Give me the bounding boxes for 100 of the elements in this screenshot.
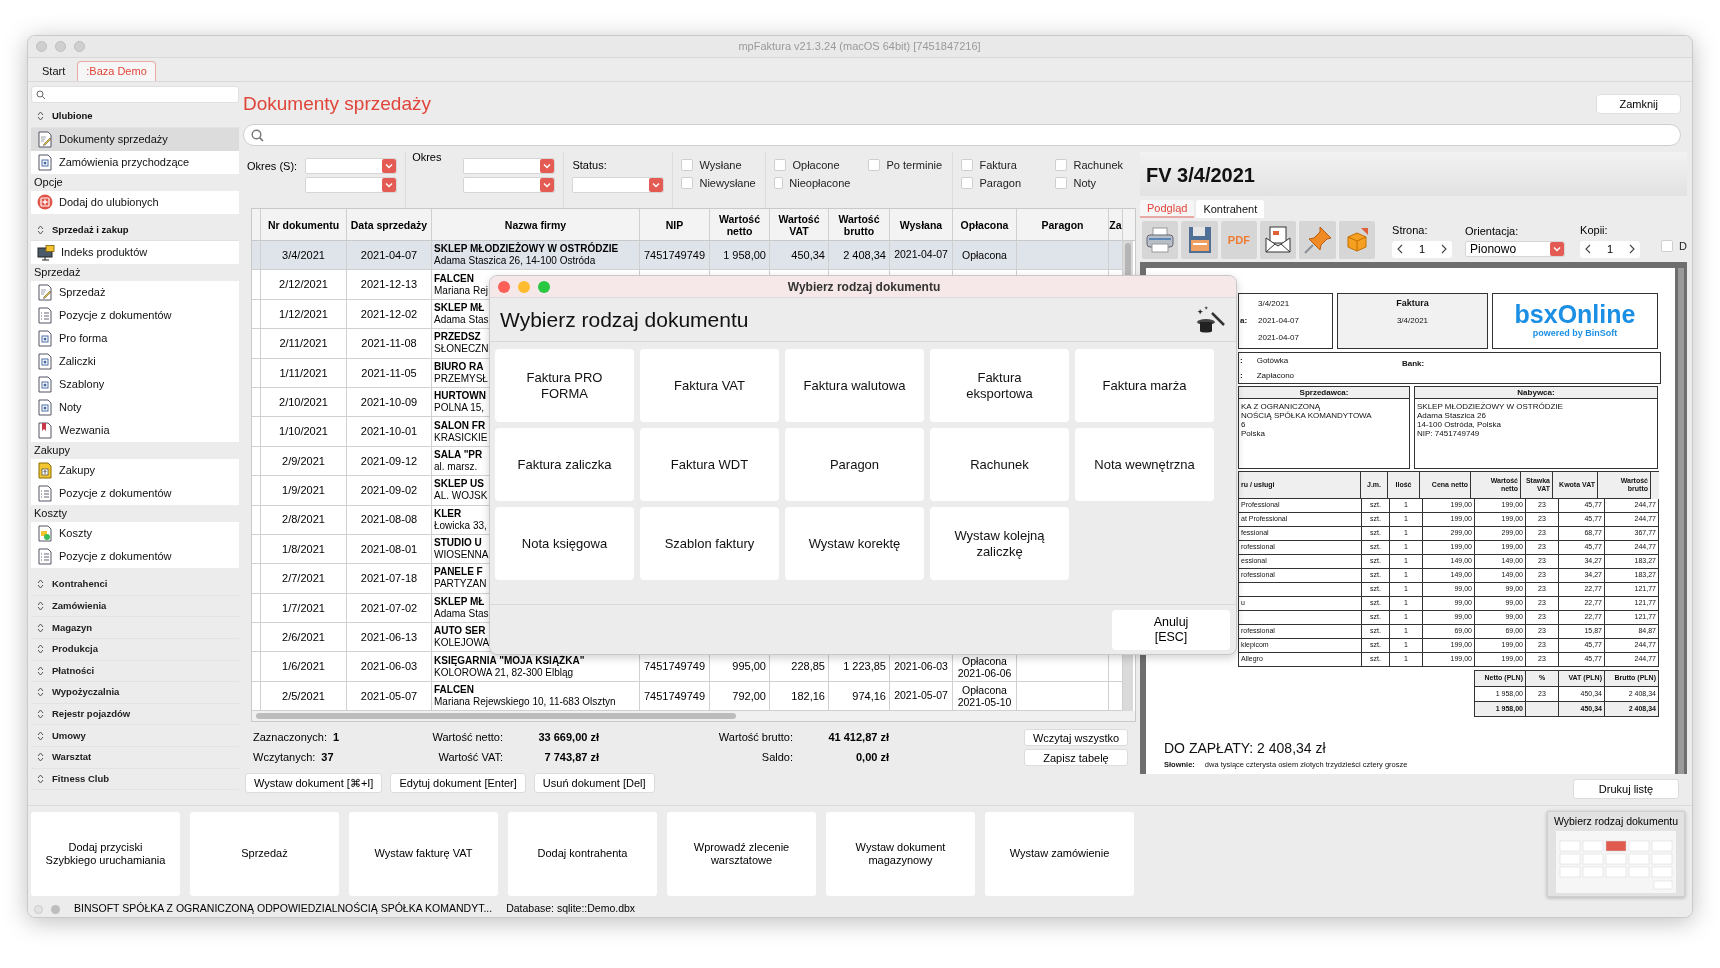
dropdown-field[interactable]: [572, 176, 665, 193]
section-header[interactable]: Produkcja: [31, 638, 239, 661]
column-header[interactable]: NIP: [640, 209, 710, 240]
document-type-button[interactable]: Wystaw kolejną zaliczkę: [930, 507, 1069, 580]
table-cell: 1 958,00: [710, 241, 770, 270]
checkbox[interactable]: [1055, 159, 1068, 171]
toolbar-button[interactable]: [1260, 221, 1297, 259]
section-header[interactable]: Rejestr pojazdów: [31, 703, 239, 726]
toolbar-button[interactable]: [1338, 221, 1376, 259]
document-type-button[interactable]: Faktura zaliczka: [495, 428, 634, 501]
checkbox[interactable]: [774, 177, 784, 189]
print-list-button[interactable]: Drukuj listę: [1573, 779, 1679, 799]
column-header[interactable]: Opłacona: [953, 209, 1017, 240]
tab[interactable]: :Baza Demo: [77, 61, 156, 81]
section-header[interactable]: Ulubione: [31, 106, 239, 128]
document-type-button[interactable]: Faktura WDT: [640, 428, 779, 501]
checkbox[interactable]: [681, 177, 694, 189]
checkbox[interactable]: [681, 159, 694, 171]
caret-icon: [1550, 242, 1565, 257]
quick-launch-button[interactable]: Dodaj kontrahenta: [508, 811, 657, 896]
document-type-button[interactable]: Faktura eksportowa: [930, 349, 1069, 422]
search-field[interactable]: [31, 86, 239, 103]
sidebar-item[interactable]: Pozycje z dokumentów: [31, 545, 239, 569]
column-header[interactable]: Paragon: [1017, 209, 1109, 240]
scrollbar-thumb[interactable]: [256, 713, 736, 720]
column-header[interactable]: Wysłana: [890, 209, 953, 240]
tab[interactable]: Kontrahent: [1196, 200, 1265, 218]
column-header[interactable]: Nazwa firmy: [432, 209, 640, 240]
document-type-button[interactable]: Paragon: [785, 428, 924, 501]
document-type-button[interactable]: Wystaw korektę: [785, 507, 924, 580]
dropdown-field[interactable]: [463, 158, 556, 174]
search-field[interactable]: [243, 124, 1681, 146]
section-header[interactable]: Warsztat: [31, 746, 239, 769]
company-name: AUTO SER: [434, 625, 486, 638]
section-header[interactable]: Wypożyczalnia: [31, 682, 239, 704]
checkbox[interactable]: [774, 159, 787, 171]
quick-launch-button[interactable]: Wystaw fakturę VAT: [349, 811, 498, 896]
document-type-button[interactable]: Faktura marża: [1075, 349, 1214, 422]
document-type-button[interactable]: Szablon faktury: [640, 507, 779, 580]
section-header[interactable]: Kontrahenci: [31, 574, 239, 596]
dropdown-field[interactable]: [463, 177, 556, 193]
column-header[interactable]: Wartość netto: [710, 209, 770, 240]
dropdown-field[interactable]: Pionowo: [1465, 241, 1566, 258]
document-type-button[interactable]: Faktura PRO FORMA: [495, 349, 634, 422]
column-header[interactable]: Wartość VAT: [770, 209, 829, 240]
tab[interactable]: Start: [34, 61, 74, 81]
document-type-button[interactable]: Nota wewnętrzna: [1075, 428, 1214, 501]
section-header[interactable]: Zamówienia: [31, 595, 239, 618]
document-action-button[interactable]: Edytuj dokument [Enter]: [390, 773, 526, 794]
quick-launch-button[interactable]: Wystaw dokument magazynowy: [826, 811, 975, 896]
field-label: Bank:: [1402, 358, 1425, 370]
document-action-button[interactable]: Wystaw dokument [⌘+I]: [245, 773, 383, 794]
sidebar-item[interactable]: Dokumenty sprzedaży: [31, 127, 239, 151]
copies-stepper[interactable]: 1: [1580, 240, 1641, 258]
zoom-button[interactable]: [74, 41, 85, 52]
checkbox[interactable]: [1661, 240, 1674, 252]
checkbox[interactable]: [1055, 177, 1068, 189]
document-action-button[interactable]: Usuń dokument [Del]: [533, 773, 655, 794]
table-cell: 2021-04-07: [347, 241, 432, 270]
checkbox[interactable]: [868, 159, 881, 171]
column-header[interactable]: Za: [1109, 209, 1123, 240]
quick-launch-button[interactable]: Dodaj przyciski Szybkiego uruchamiania: [31, 811, 180, 896]
zoom-button[interactable]: [538, 280, 550, 293]
section-header[interactable]: Magazyn: [31, 617, 239, 639]
dropdown-field[interactable]: [305, 177, 398, 193]
toolbar-button[interactable]: [1299, 221, 1336, 259]
column-header[interactable]: Nr dokumentu: [261, 209, 347, 240]
toolbar-button[interactable]: [1181, 221, 1218, 259]
checkbox[interactable]: [961, 159, 974, 171]
field-label: a:: [1240, 316, 1248, 325]
document-type-button[interactable]: Rachunek: [930, 428, 1069, 501]
document-icon: [37, 376, 53, 394]
close-button[interactable]: [36, 41, 47, 52]
quick-launch-button[interactable]: Wprowadź zlecenie warsztatowe: [667, 811, 816, 896]
document-type-button[interactable]: Nota księgowa: [495, 507, 634, 580]
field-value: Gotówka: [1256, 354, 1289, 367]
quick-launch-button[interactable]: Sprzedaż: [190, 811, 339, 896]
section-header[interactable]: Płatności: [31, 660, 239, 683]
quick-launch-button[interactable]: Wystaw zamówienie: [985, 811, 1134, 896]
close-button[interactable]: Zamknij: [1596, 94, 1681, 114]
page-stepper[interactable]: 1: [1392, 240, 1453, 258]
table-action-button[interactable]: Zapisz tabelę: [1024, 748, 1128, 766]
minimize-button[interactable]: [518, 280, 530, 293]
table-row[interactable]: 3/4/2021 2021-04-07 SKLEP MŁODZIEŻOWY W OSTRÓDZIE Adama Staszica 26, 14-100 Ostróda 7451749749 1 958,00 450,34 2 408,34 2021-04-07 Opłacona: [252, 241, 1123, 271]
document-type-button[interactable]: Faktura VAT: [640, 349, 779, 422]
summary-label: Wartość VAT:: [437, 749, 503, 765]
column-header[interactable]: Data sprzedaży: [347, 209, 432, 240]
cancel-button[interactable]: Anuluj [ESC]: [1112, 609, 1230, 650]
table-action-button[interactable]: Wczytaj wszystko: [1024, 728, 1128, 746]
dropdown-field[interactable]: [305, 158, 398, 174]
close-button[interactable]: [498, 280, 510, 293]
toolbar-button[interactable]: [1142, 221, 1179, 259]
minimize-button[interactable]: [55, 41, 66, 52]
section-header[interactable]: Fitness Club: [31, 768, 239, 791]
column-header[interactable]: Wartość brutto: [829, 209, 890, 240]
section-header[interactable]: Umowy: [31, 725, 239, 747]
tab[interactable]: Podgląd: [1140, 200, 1195, 218]
checkbox[interactable]: [961, 177, 974, 189]
document-type-button[interactable]: Faktura walutowa: [785, 349, 924, 422]
thumbnail[interactable]: Wybierz rodzaj dokumentu: [1547, 810, 1685, 897]
